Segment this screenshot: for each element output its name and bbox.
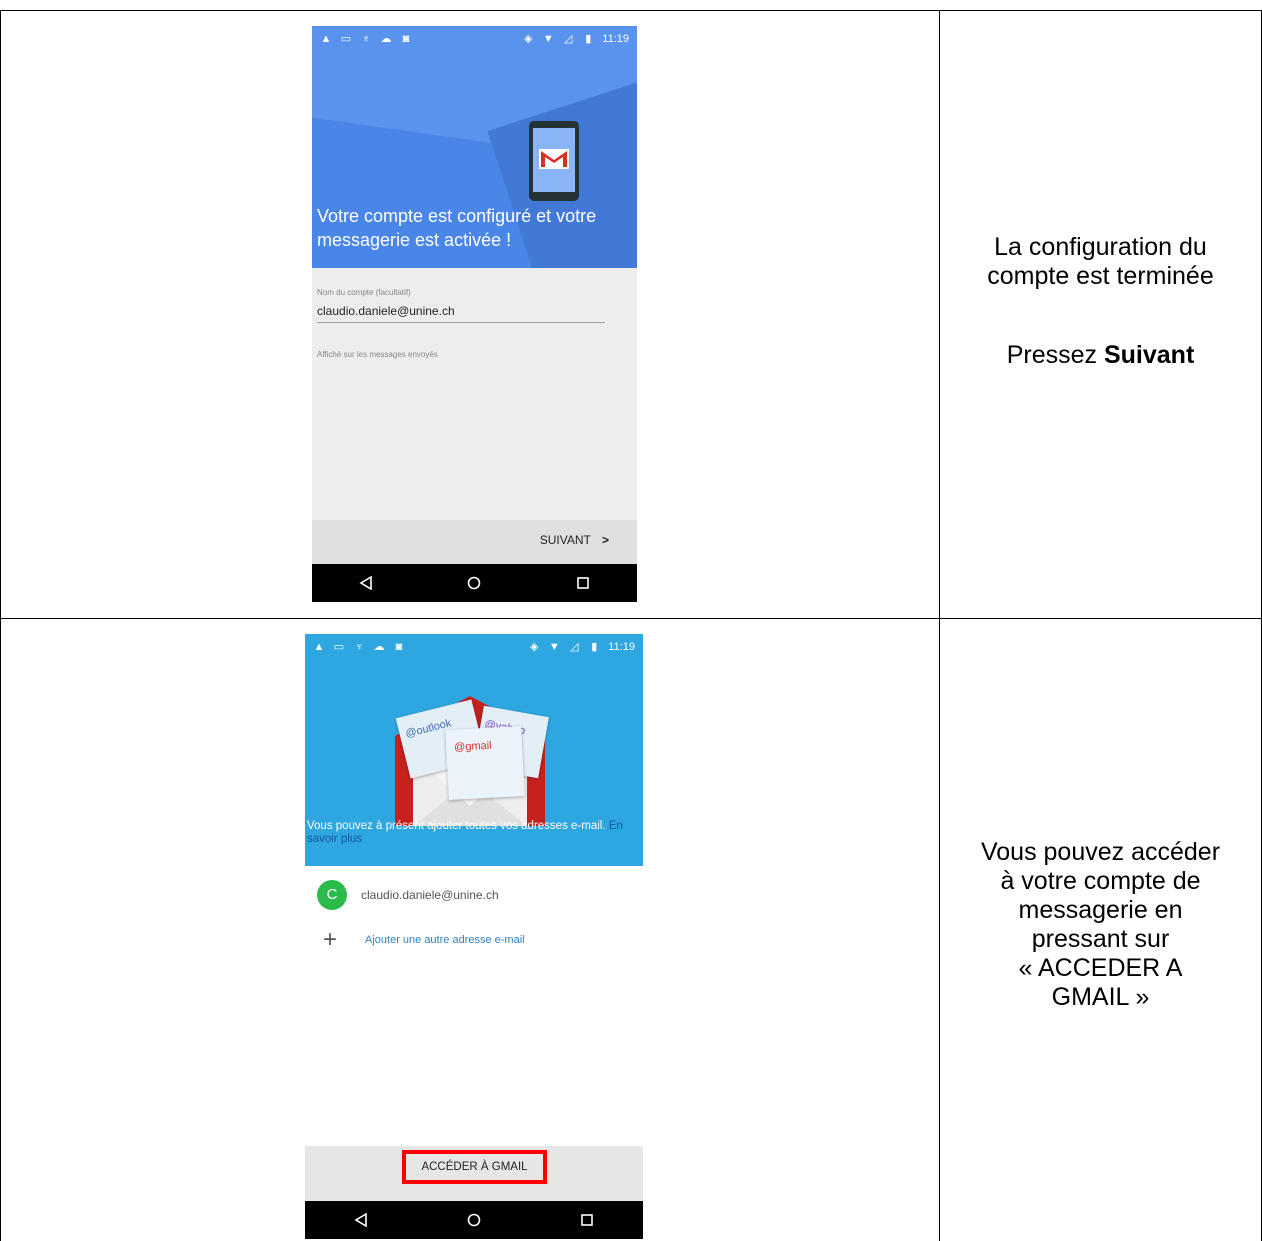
instruction-row1: La configuration du compte est terminée … [940, 233, 1261, 370]
table-column-divider [939, 10, 940, 1241]
gmail-card: @gmail [445, 726, 525, 800]
helper-text: Affiché sur les messages envoyés [317, 350, 438, 359]
chevron-right-icon: > [601, 533, 609, 547]
back-icon[interactable] [351, 1210, 371, 1230]
screen-icon: ▭ [333, 641, 345, 653]
status-time: 11:19 [608, 641, 635, 653]
gmail-label: @gmail [453, 739, 492, 754]
header-title: Votre compte est configuré et votre mess… [317, 206, 597, 250]
status-bar-system: ◈ ▼ ◿ ▮ 11:19 [522, 33, 629, 45]
next-button-label: SUIVANT [539, 533, 591, 547]
usb-icon: ♆ [361, 33, 371, 45]
account-list-item[interactable]: C claudio.daniele@unine.ch [305, 874, 643, 916]
recents-icon[interactable] [577, 1210, 597, 1230]
press-bold-label: Suivant [1103, 341, 1195, 369]
status-time: 11:19 [602, 33, 629, 45]
signal-icon: ◿ [570, 641, 579, 653]
header-banner: Votre compte est configuré et votre mess… [312, 26, 637, 268]
info-text: Vous pouvez à présent ajouter toutes vos… [307, 820, 641, 846]
status-bar-notifications: ▲ ▭ ♆ ☁ ◙ [313, 641, 405, 653]
wifi-icon: ▼ [548, 641, 560, 653]
add-email-item[interactable]: + Ajouter une autre adresse e-mail [305, 926, 643, 966]
add-email-link: Ajouter une autre adresse e-mail [365, 934, 525, 946]
envelope-illustration: @outlook @yahoo @gmail [385, 696, 555, 826]
back-icon[interactable] [356, 573, 376, 593]
vibrate-icon: ◈ [530, 641, 539, 653]
table-border-left [0, 10, 1, 1241]
status-bar: ▲ ▭ ♆ ☁ ◙ ◈ ▼ ◿ ▮ 11:19 [312, 26, 637, 52]
instruction-line: « ACCEDER A [1018, 954, 1183, 982]
next-button[interactable]: SUIVANT > [540, 533, 609, 547]
account-name-field[interactable]: claudio.daniele@unine.ch [317, 302, 605, 323]
recents-icon[interactable] [573, 573, 593, 593]
phone-screenshot-account-configured: Votre compte est configuré et votre mess… [312, 26, 637, 602]
warning-icon: ▲ [320, 33, 332, 45]
account-name-value: claudio.daniele@unine.ch [317, 304, 455, 318]
instruction-line: pressant sur [1031, 925, 1170, 953]
bottom-action-bar: SUIVANT > [312, 520, 637, 564]
info-text-body: Vous pouvez à présent ajouter toutes vos… [307, 820, 606, 832]
press-prefix: Pressez [1006, 341, 1104, 369]
account-name-label: Nom du compte (facultatif) [317, 288, 411, 297]
photo-icon: ◙ [395, 641, 403, 653]
access-gmail-button[interactable]: ACCÉDER À GMAIL [402, 1150, 547, 1184]
instruction-line: messagerie en [1018, 896, 1183, 924]
cloud-icon: ☁ [373, 641, 385, 653]
instruction-line: GMAIL » [1051, 983, 1150, 1011]
press-instruction: Pressez Suivant [940, 341, 1261, 370]
home-icon[interactable] [464, 573, 484, 593]
home-icon[interactable] [464, 1210, 484, 1230]
usb-icon: ♆ [354, 641, 364, 653]
instruction-line: La configuration du [994, 233, 1207, 261]
status-bar-system: ◈ ▼ ◿ ▮ 11:19 [528, 641, 635, 653]
status-bar: ▲ ▭ ♆ ☁ ◙ ◈ ▼ ◿ ▮ 11:19 [305, 634, 643, 660]
bottom-action-bar: ACCÉDER À GMAIL [305, 1146, 643, 1201]
table-row-divider [0, 618, 1262, 619]
phone-screenshot-add-accounts: @outlook @yahoo @gmail ▲ ▭ ♆ ☁ ◙ ◈ ▼ ◿ ▮… [305, 634, 643, 1239]
navigation-bar [312, 564, 637, 602]
battery-icon: ▮ [585, 33, 592, 45]
vibrate-icon: ◈ [524, 33, 533, 45]
wifi-icon: ▼ [542, 33, 554, 45]
instruction-line: Vous pouvez accéder [980, 838, 1221, 866]
gmail-envelope-icon [539, 149, 569, 169]
avatar: C [317, 880, 347, 910]
status-bar-notifications: ▲ ▭ ♆ ☁ ◙ [320, 33, 412, 45]
table-border-top [0, 10, 1262, 11]
photo-icon: ◙ [402, 33, 410, 45]
navigation-bar [305, 1201, 643, 1239]
plus-icon: + [323, 926, 338, 953]
account-email: claudio.daniele@unine.ch [361, 888, 499, 902]
signal-icon: ◿ [564, 33, 573, 45]
instruction-line: à votre compte de [1000, 867, 1201, 895]
instruction-row2: Vous pouvez accéder à votre compte de me… [940, 838, 1261, 1012]
instruction-line: compte est terminée [987, 262, 1214, 290]
tablet-illustration [529, 121, 579, 201]
cloud-icon: ☁ [380, 33, 392, 45]
battery-icon: ▮ [591, 641, 598, 653]
access-gmail-label: ACCÉDER À GMAIL [421, 1161, 528, 1173]
warning-icon: ▲ [313, 641, 325, 653]
screen-icon: ▭ [340, 33, 352, 45]
